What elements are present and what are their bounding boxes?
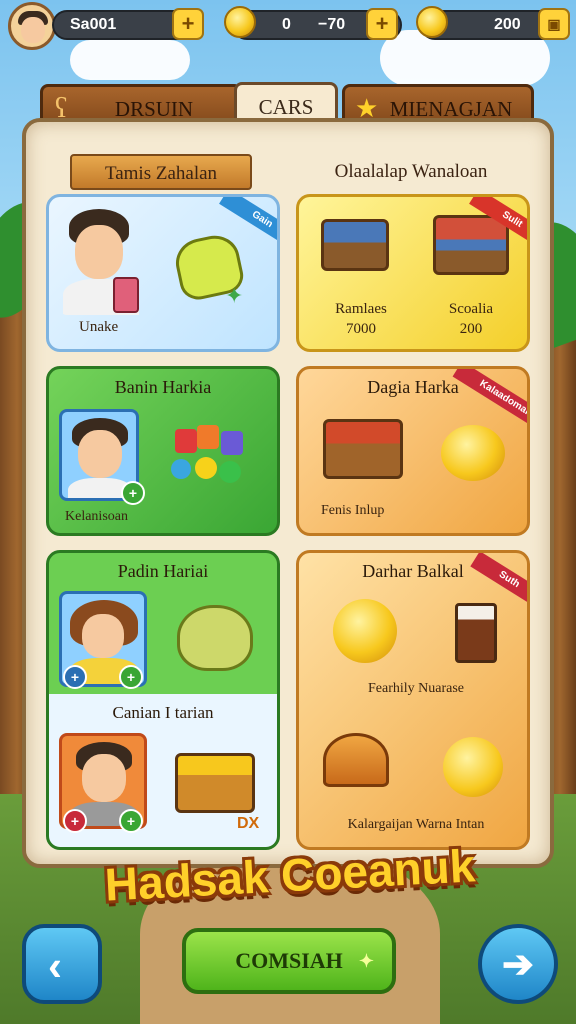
main-action-button[interactable]: COMSIAH ✦ xyxy=(182,928,396,994)
top-bar: Sa001 + 0 −70 + 200 ▣ xyxy=(0,0,576,50)
shop-card-2[interactable]: Sulit Ramlaes 7000 Scoalia 200 xyxy=(296,194,530,352)
leaf-creature-icon xyxy=(177,605,253,671)
coin-chest-icon xyxy=(175,753,255,813)
sparkle-icon: ✦ xyxy=(358,951,374,971)
badge-label: DX xyxy=(237,815,260,832)
shop-card-4[interactable]: Dagia Harka Kalaadomal Fenis Inlup xyxy=(296,366,530,536)
add-badge[interactable]: + xyxy=(119,809,143,833)
card-title: Banin Harkia xyxy=(114,377,212,397)
back-button[interactable]: ‹ xyxy=(22,924,102,1004)
item-2-price: 200 xyxy=(459,321,483,337)
toy-blocks-icon xyxy=(167,421,259,497)
add-name-button[interactable]: + xyxy=(172,8,204,40)
add-badge[interactable]: + xyxy=(119,665,143,689)
card-subtitle: Canian I tarian xyxy=(112,703,214,722)
currency-1-rate: −70 xyxy=(318,16,346,33)
wallet-button[interactable]: ▣ xyxy=(538,8,570,40)
card-line-1: Fearhily Nuarase xyxy=(367,681,465,696)
horn-icon xyxy=(323,733,389,787)
currency-2-value: 200 xyxy=(494,16,521,33)
arrow-right-icon: ➔ xyxy=(502,944,534,986)
red-chest-icon xyxy=(433,215,509,275)
player-avatar[interactable] xyxy=(8,2,56,50)
tab-label: CARS xyxy=(258,95,314,119)
golden-heart-icon xyxy=(441,425,505,481)
gold-coin-icon xyxy=(416,6,448,38)
treasure-chest-icon xyxy=(323,419,403,479)
card-caption: Unake xyxy=(79,319,119,335)
add-badge[interactable]: + xyxy=(63,665,87,689)
item-1-price: 7000 xyxy=(346,321,376,337)
chevron-left-icon: ‹ xyxy=(48,942,62,989)
next-button[interactable]: ➔ xyxy=(478,924,558,1004)
section-header-left: Tamis Zahalan xyxy=(70,154,252,190)
item-1-name: Ramlaes xyxy=(335,301,387,317)
section-header-right: Olaalalap Wanaloan xyxy=(334,161,488,182)
card-line-2: Kalargaijan Warna Intan xyxy=(347,817,485,832)
golden-bomb-icon xyxy=(333,599,397,663)
add-badge[interactable]: + xyxy=(121,481,145,505)
sun-mascot-icon xyxy=(443,737,503,797)
shop-card-5[interactable]: Padin Hariai + + Canian I tarian + + DX xyxy=(46,550,280,850)
phone-icon xyxy=(113,277,139,313)
shop-card-6[interactable]: Darhar Balkal Suth Fearhily Nuarase Kala… xyxy=(296,550,530,850)
blue-chest-icon xyxy=(321,219,389,271)
main-action-label: COMSIAH xyxy=(235,948,343,973)
item-2-name: Scoalia xyxy=(448,301,494,317)
remove-badge[interactable]: + xyxy=(63,809,87,833)
card-caption: Kelanisoan xyxy=(65,509,128,524)
coin-icon xyxy=(224,6,256,38)
card-title: Padin Hariai xyxy=(117,561,209,581)
mug-icon xyxy=(455,603,497,663)
player-name: Sa001 xyxy=(70,16,117,33)
add-currency-1-button[interactable]: + xyxy=(366,8,398,40)
sparkle-icon: ✦ xyxy=(225,283,244,308)
currency-1-value: 0 xyxy=(282,16,291,33)
card-caption: Fenis Inlup xyxy=(321,503,385,518)
shop-card-3[interactable]: Banin Harkia + Kelanisoan xyxy=(46,366,280,536)
shop-card-1[interactable]: ✦ Gain Unake xyxy=(46,194,280,352)
